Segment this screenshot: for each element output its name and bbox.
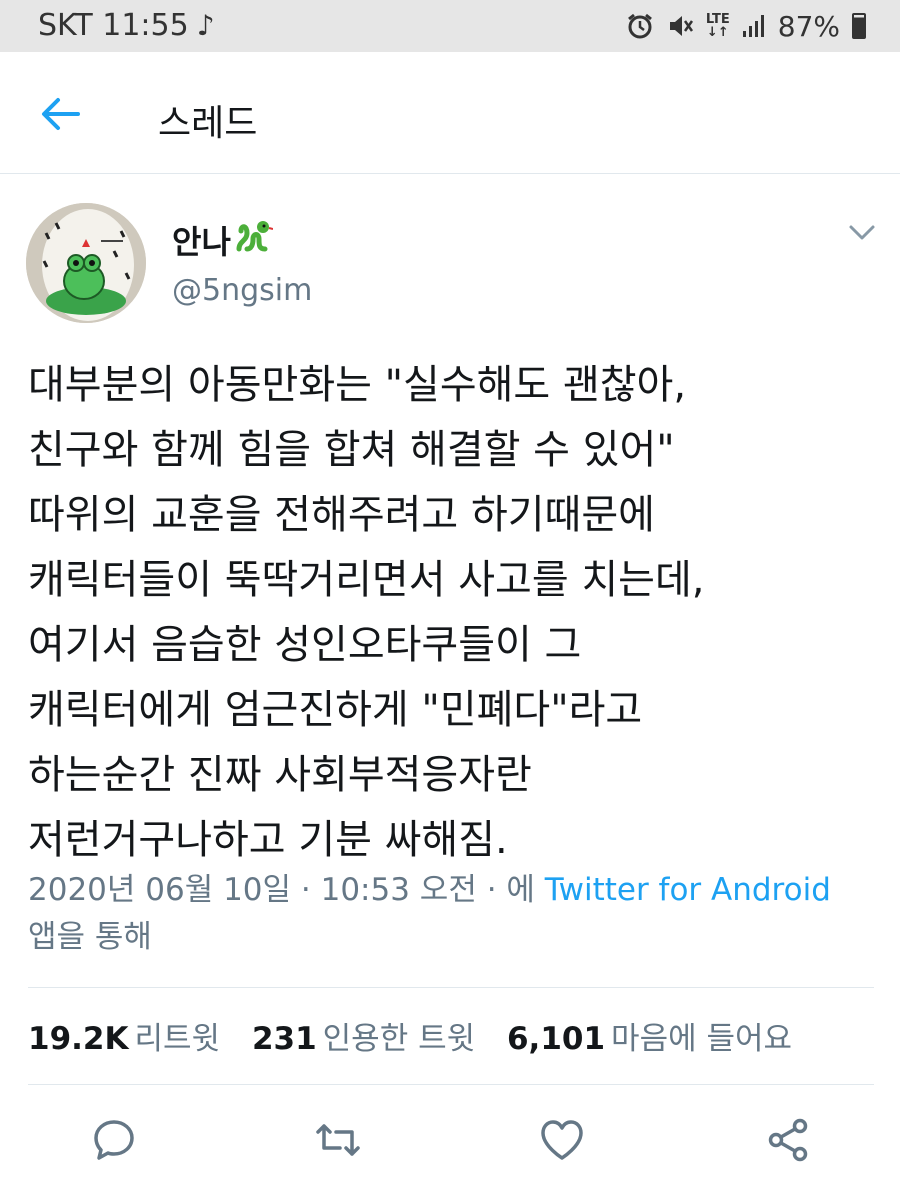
tweet-text-line: 친구와 함께 힘을 합쳐 해결할 수 있어" [28,427,675,473]
snake-emoji-icon [236,221,273,252]
display-name[interactable]: 안나 [172,217,273,263]
battery-percent: 87% [777,9,840,43]
user-handle[interactable]: @5ngsim [172,273,312,308]
divider [28,987,874,988]
quotes-label: 인용한 트윗 [322,1021,476,1057]
page-title: 스레드 [158,103,258,144]
status-right: LTE ↓↑ 87% [626,8,866,44]
tweet-text: 대부분의 아동만화는 "실수해도 괜찮아, 친구와 함께 힘을 합쳐 해결할 수… [28,353,878,873]
heart-icon[interactable] [538,1116,586,1164]
share-icon[interactable] [764,1116,812,1164]
quotes-count: 231 [251,1021,317,1057]
likes-count: 6,101 [506,1021,606,1057]
chevron-down-icon[interactable] [848,223,876,243]
likes-label: 마음에 들어요 [611,1021,793,1057]
back-arrow-icon[interactable] [38,94,82,134]
tweet-timestamp: 2020년 06월 10일 · 10:53 오전 · 에 [28,872,535,908]
tweet-text-line: 대부분의 아동만화는 "실수해도 괜찮아, [28,362,687,408]
app-header: 스레드 [0,52,900,174]
retweets-count: 19.2K [28,1021,129,1057]
tweet-text-line: 캐릭터들이 뚝딱거리면서 사고를 치는데, [28,557,705,603]
tweet-actions [0,1110,900,1170]
alarm-icon [626,12,654,40]
tweet-text-line: 하는순간 진짜 사회부적응자란 [28,752,532,798]
lte-icon: LTE ↓↑ [705,12,730,40]
source-suffix: 앱을 통해 [28,919,152,955]
signal-icon [742,13,766,39]
likes-stat[interactable]: 6,101 마음에 들어요 [507,1021,814,1057]
carrier-time: SKT 11:55 [38,8,189,43]
tweet-metadata: 2020년 06월 10일 · 10:53 오전 · 에 Twitter for… [28,867,868,961]
quotes-stat[interactable]: 231 인용한 트윗 [252,1021,497,1057]
lte-label: LTE [705,12,730,27]
retweets-stat[interactable]: 19.2K 리트윗 [28,1021,242,1057]
status-bar: SKT 11:55 ♪ LTE ↓↑ 87% [0,0,900,52]
tweet-text-line: 여기서 음습한 성인오타쿠들이 그 [28,622,582,668]
avatar-frog-image [26,203,146,323]
retweet-icon[interactable] [314,1116,362,1164]
mute-icon [666,12,694,40]
reply-icon[interactable] [90,1116,138,1164]
tweet-text-line: 따위의 교훈을 전해주려고 하기때문에 [28,492,655,538]
display-name-text: 안나 [172,223,231,261]
status-left: SKT 11:55 ♪ [38,8,215,43]
tweet-stats: 19.2K 리트윗 231 인용한 트윗 6,101 마음에 들어요 [28,1013,814,1058]
battery-icon [852,13,866,39]
retweets-label: 리트윗 [134,1021,221,1057]
avatar[interactable] [26,203,146,323]
music-note-icon: ♪ [196,9,215,42]
tweet-text-line: 캐릭터에게 엄근진하게 "민폐다"라고 [28,687,643,733]
tweet-text-line: 저런거구나하고 기분 싸해짐. [28,817,508,863]
source-app-link[interactable]: Twitter for Android [545,872,831,908]
divider [28,1084,874,1085]
